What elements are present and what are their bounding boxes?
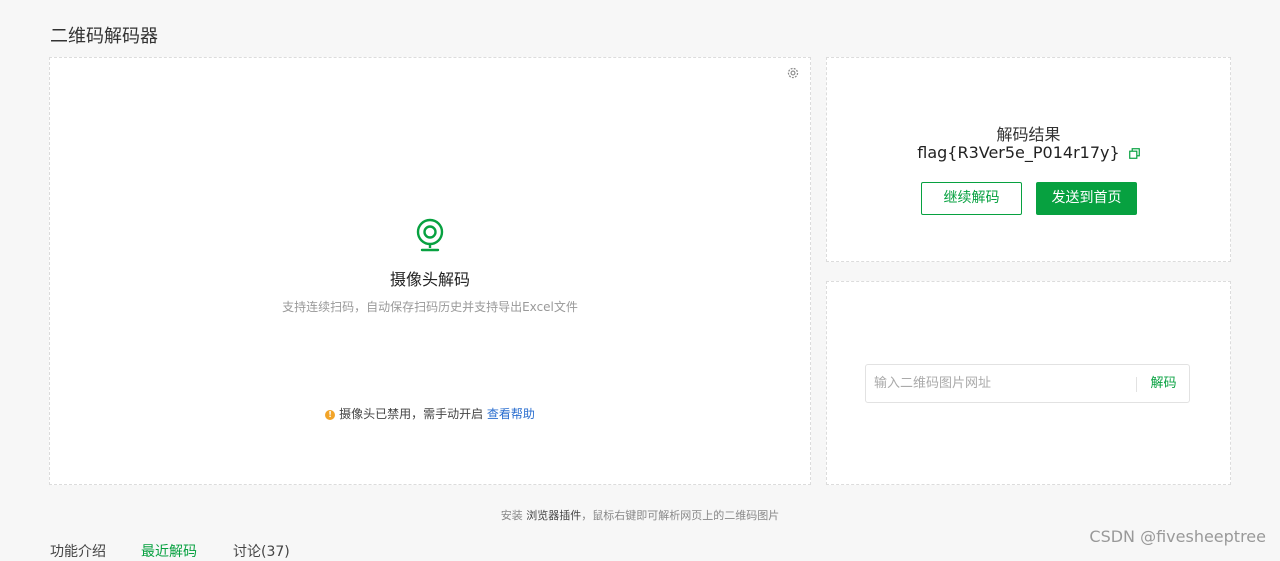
camera-warning-text: 摄像头已禁用，需手动开启 — [339, 407, 484, 421]
decode-button[interactable]: 解码 — [1137, 365, 1190, 402]
result-label: 解码结果 — [996, 125, 1061, 144]
page-title: 二维码解码器 — [50, 26, 158, 47]
camera-warning: ! 摄像头已禁用，需手动开启 查看帮助 — [50, 405, 810, 422]
camera-description: 支持连续扫码，自动保存扫码历史并支持导出Excel文件 — [282, 300, 578, 314]
install-hint: 安装 浏览器插件，鼠标右键即可解析网页上的二维码图片 — [0, 507, 1280, 523]
camera-decode-title: 摄像头解码 — [389, 270, 470, 289]
browser-plugin-link[interactable]: 浏览器插件 — [526, 509, 581, 522]
tab-features[interactable]: 功能介绍 — [50, 541, 106, 561]
gear-icon[interactable] — [786, 66, 800, 80]
watermark: CSDN @fivesheeptree — [1089, 527, 1266, 546]
url-decode-panel: 解码 — [826, 281, 1231, 485]
warning-icon: ! — [325, 410, 336, 420]
tab-recent-decodes[interactable]: 最近解码 — [141, 541, 197, 561]
help-link[interactable]: 查看帮助 — [487, 407, 535, 421]
url-input-box: 解码 — [865, 364, 1190, 403]
result-panel: 解码结果 flag{R3Ver5e_P014r17y} 继续解码 发送到首页 — [826, 57, 1231, 262]
result-value: flag{R3Ver5e_P014r17y} — [917, 143, 1120, 162]
webcam-icon[interactable] — [415, 218, 445, 254]
camera-panel: 摄像头解码 支持连续扫码，自动保存扫码历史并支持导出Excel文件 ! 摄像头已禁… — [49, 57, 811, 485]
image-url-input[interactable] — [866, 365, 1136, 402]
copy-icon[interactable] — [1128, 148, 1140, 159]
install-hint-suffix: ，鼠标右键即可解析网页上的二维码图片 — [581, 509, 780, 522]
send-to-home-button[interactable]: 发送到首页 — [1036, 182, 1137, 215]
continue-decode-button[interactable]: 继续解码 — [921, 182, 1022, 215]
install-hint-prefix: 安装 — [500, 509, 523, 522]
result-value-row: flag{R3Ver5e_P014r17y} — [827, 143, 1230, 162]
tab-discussion[interactable]: 讨论(37) — [233, 541, 290, 561]
